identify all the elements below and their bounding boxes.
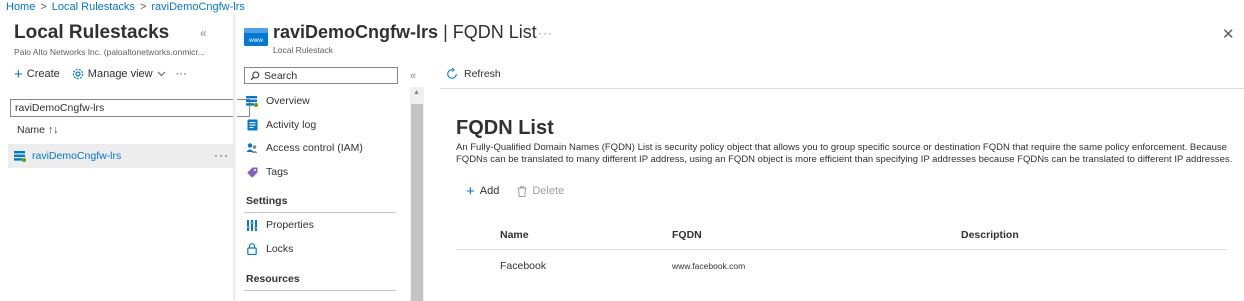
properties-icon [246,219,258,231]
scroll-up-arrow-icon[interactable]: ▲ [413,89,420,96]
section-heading: FQDN List [456,117,554,139]
add-button[interactable]: + Add [466,182,500,200]
menu-item-locks[interactable]: Locks [246,243,293,255]
divider [244,290,396,291]
rulestack-icon [14,150,26,162]
menu-item-label: Activity log [266,119,317,131]
breadcrumb-current-resource[interactable]: raviDemoCngfw-lrs [151,1,245,13]
menu-search-input[interactable]: Search [244,67,398,84]
search-placeholder: Search [264,69,298,82]
menu-item-label: Access control (IAM) [266,142,363,154]
trash-icon [517,185,527,197]
breadcrumb-local-rulestacks[interactable]: Local Rulestacks [52,1,135,13]
refresh-button[interactable]: Refresh [446,68,501,80]
blade-toolbar: + Create Manage view ··· [14,65,187,83]
menu-item-properties[interactable]: Properties [246,219,314,231]
menu-item-label: Overview [266,95,310,107]
plus-icon: + [466,182,475,200]
page-title: raviDemoCngfw-lrs | FQDN List [273,22,537,43]
create-label: Create [26,68,60,80]
delete-button[interactable]: Delete [517,185,564,197]
delete-label: Delete [532,185,565,197]
table-cell-name[interactable]: Facebook [500,260,546,272]
menu-scrollbar-thumb[interactable] [411,104,423,301]
resource-name: raviDemoCngfw-lrs [273,22,439,42]
search-icon [250,71,260,81]
tag-icon [246,166,258,178]
menu-item-access-control[interactable]: Access control (IAM) [246,142,363,154]
plus-icon: + [14,65,23,83]
breadcrumb: Home > Local Rulestacks > raviDemoCngfw-… [6,1,245,13]
blade-divider [233,14,237,301]
menu-item-tags[interactable]: Tags [246,166,288,178]
section-description: An Fully-Qualified Domain Names (FQDN) L… [456,142,1233,165]
blade-title: Local Rulestacks [14,22,170,43]
list-item-label[interactable]: raviDemoCngfw-lrs [32,150,121,162]
menu-item-overview[interactable]: Overview [246,95,310,107]
title-separator: | [443,22,448,42]
menu-item-label: Properties [266,219,314,231]
name-column-header[interactable]: Name ↑↓ [17,124,58,136]
collapse-blade-button[interactable]: « [200,26,207,40]
gear-icon [72,68,84,80]
filter-input[interactable]: raviDemoCngfw-lrs [10,99,250,117]
row-more-button[interactable]: ··· [214,148,229,162]
menu-item-activity-log[interactable]: Activity log [246,119,316,131]
menu-item-label: Locks [266,243,294,255]
divider [244,212,396,213]
divider [456,249,1227,250]
column-header-fqdn[interactable]: FQDN [672,229,702,241]
close-icon[interactable]: ✕ [1222,25,1235,43]
more-actions-button[interactable]: ··· [176,68,187,80]
www-icon: www [244,28,268,46]
local-rulestacks-blade: Local Rulestacks « Palo Alto Networks In… [0,14,250,301]
lock-icon [246,243,258,255]
divider [440,88,1244,89]
column-header-name[interactable]: Name [500,229,529,241]
menu-item-label: Tags [266,166,289,178]
breadcrumb-separator: > [139,1,147,13]
overview-icon [246,95,258,107]
add-label: Add [479,185,500,197]
column-header-description[interactable]: Description [961,229,1019,241]
page-name: FQDN List [452,22,537,42]
manage-view-button[interactable]: Manage view [72,68,166,80]
table-cell-fqdn: www.facebook.com [672,261,746,271]
list-actions: + Add Delete [466,182,564,200]
blade-subtitle: Palo Alto Networks Inc. (paloaltonetwork… [14,47,205,57]
iam-icon [246,142,258,154]
resource-more-button[interactable]: ··· [538,26,553,40]
activity-log-icon [246,119,258,131]
menu-section-resources: Resources [246,273,300,285]
svg-text:www: www [248,37,263,44]
breadcrumb-separator: > [40,1,47,13]
list-item[interactable]: raviDemoCngfw-lrs ··· [8,144,237,168]
refresh-icon [446,68,458,80]
create-button[interactable]: + Create [14,65,60,83]
refresh-label: Refresh [464,68,501,80]
chevron-down-icon [157,71,166,77]
resource-type: Local Rulestack [273,45,334,55]
collapse-menu-button[interactable]: « [410,70,416,82]
menu-section-settings: Settings [246,195,288,207]
breadcrumb-home[interactable]: Home [6,1,35,13]
manage-view-label: Manage view [87,68,153,80]
